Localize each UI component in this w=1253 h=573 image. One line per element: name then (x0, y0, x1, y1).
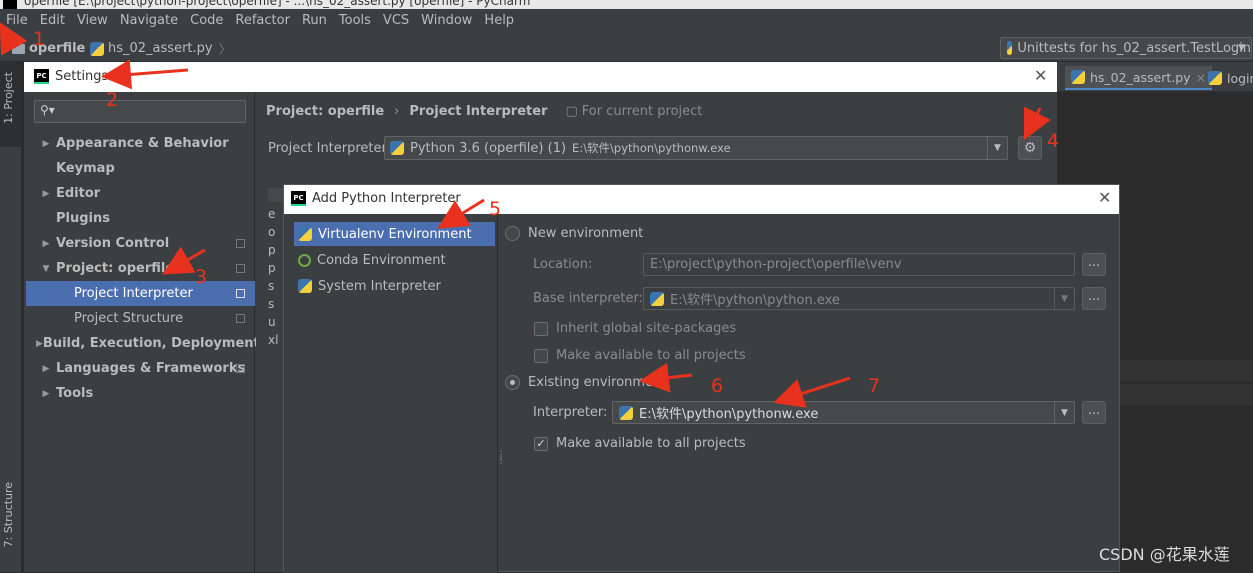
arrow-6 (639, 362, 693, 393)
annotation-7: 7 (868, 375, 881, 397)
annotation-arrows (0, 22, 1051, 408)
annotation-4: 4 (1047, 130, 1060, 152)
arrow-5 (437, 198, 485, 229)
arrow-1 (0, 22, 28, 56)
annotation-6: 6 (711, 375, 724, 397)
watermark: CSDN @花果水莲 (1099, 545, 1230, 564)
annotation-2: 2 (106, 89, 119, 111)
arrow-4 (1023, 106, 1051, 141)
annotation-5: 5 (489, 198, 502, 220)
annotation-3: 3 (195, 266, 208, 288)
arrow-2 (101, 59, 189, 90)
annotation-1: 1 (33, 28, 46, 50)
arrow-7 (773, 376, 851, 408)
